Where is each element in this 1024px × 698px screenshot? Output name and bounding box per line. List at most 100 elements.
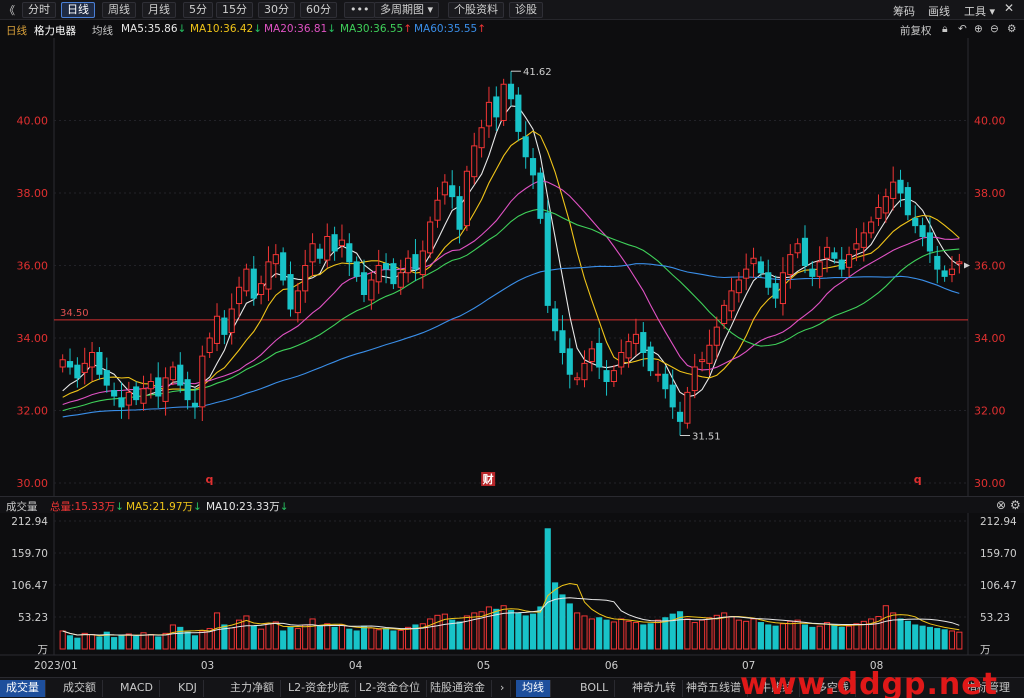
price-tick-left: 32.00 bbox=[17, 405, 49, 418]
candle-body bbox=[382, 263, 390, 270]
tab-volume[interactable]: 成交量 bbox=[0, 680, 46, 697]
volume-bar bbox=[316, 625, 323, 650]
volume-chart[interactable]: 212.94 212.94 159.70 159.70 106.47 106.47 53.2… bbox=[0, 513, 1024, 677]
stock-info-button[interactable]: 个股资料 bbox=[448, 2, 504, 18]
candle-body bbox=[316, 248, 323, 259]
volume-bar bbox=[882, 605, 889, 650]
volume-bar bbox=[191, 635, 199, 650]
volume-bar bbox=[74, 637, 81, 650]
candle-body bbox=[360, 272, 368, 295]
more-button[interactable]: ••• bbox=[344, 2, 376, 18]
lock-icon[interactable]: 🔒︎ bbox=[942, 23, 948, 36]
volume-ma10-text: MA10:23.33万 bbox=[206, 501, 280, 513]
tab-main-net[interactable]: 主力净额 bbox=[224, 680, 281, 697]
arrow-down-icon: ↓ bbox=[253, 23, 263, 35]
candle-body bbox=[632, 333, 640, 344]
tab-macd[interactable]: MACD bbox=[114, 680, 160, 697]
volume-bar bbox=[59, 630, 66, 650]
volume-bar bbox=[118, 634, 125, 650]
tab-nine-turn[interactable]: 神奇九转 bbox=[626, 680, 683, 697]
volume-bar bbox=[199, 630, 206, 650]
tab-5min[interactable]: 5分 bbox=[183, 2, 213, 18]
volume-tick-left: 159.70 bbox=[11, 548, 48, 560]
candle-body bbox=[831, 252, 838, 259]
back-icon[interactable]: 《 bbox=[4, 2, 15, 18]
volume-bar bbox=[294, 628, 301, 650]
candle-body bbox=[544, 212, 551, 306]
low-label: 31.51 bbox=[692, 432, 721, 443]
volume-bar bbox=[147, 634, 154, 650]
tab-15min[interactable]: 15分 bbox=[216, 2, 253, 18]
volume-bar bbox=[155, 636, 162, 650]
tab-l2-position[interactable]: L2-资金仓位 bbox=[353, 680, 428, 697]
volume-bar bbox=[640, 624, 647, 650]
volume-bar bbox=[162, 632, 169, 650]
tab-boll[interactable]: BOLL bbox=[574, 680, 616, 697]
zoom-in-icon[interactable]: ⊕ bbox=[974, 23, 983, 35]
tab-intraday[interactable]: 分时 bbox=[22, 2, 56, 18]
tab-30min[interactable]: 30分 bbox=[258, 2, 295, 18]
scroll-right-icon[interactable]: › bbox=[494, 680, 512, 697]
chips-button[interactable]: 筹码 bbox=[893, 3, 915, 19]
tools-button[interactable]: 工具 ▾ bbox=[964, 3, 995, 19]
settings-icon[interactable]: ⚙ bbox=[1007, 23, 1016, 35]
candle-body bbox=[948, 268, 956, 276]
volume-bar bbox=[213, 612, 221, 650]
volume-bar bbox=[772, 625, 779, 650]
tab-ma[interactable]: 均线 bbox=[516, 680, 551, 697]
volume-total: 总量:15.33万↓ bbox=[50, 499, 124, 514]
candle-body bbox=[654, 373, 662, 376]
price-tick-left: 38.00 bbox=[17, 187, 49, 200]
volume-bar bbox=[581, 615, 588, 650]
volume-bar bbox=[728, 616, 735, 650]
tab-weekly[interactable]: 周线 bbox=[102, 2, 136, 18]
close-icon[interactable]: ⊗ bbox=[996, 498, 1006, 512]
event-marker: q bbox=[914, 473, 922, 486]
volume-bar bbox=[177, 626, 184, 650]
chart-background bbox=[0, 38, 1024, 496]
candle-body bbox=[735, 279, 742, 294]
volume-ma10: MA10:23.33万↓ bbox=[206, 499, 289, 514]
settings-icon[interactable]: ⚙ bbox=[1010, 498, 1021, 512]
candle-body bbox=[779, 272, 787, 305]
close-icon[interactable]: ✕ bbox=[1004, 1, 1014, 15]
volume-tick-left: 106.47 bbox=[11, 580, 48, 592]
adjust-label[interactable]: 前复权 bbox=[900, 23, 932, 38]
arrow-down-icon: ↓ bbox=[327, 23, 337, 35]
multi-period-button[interactable]: 多周期图 ▾ bbox=[374, 2, 440, 18]
volume-bar bbox=[81, 632, 88, 650]
watermark: www.ddgp.net bbox=[740, 667, 998, 698]
tab-daily[interactable]: 日线 bbox=[61, 2, 95, 18]
event-marker: q bbox=[205, 473, 213, 486]
volume-bar bbox=[632, 622, 640, 650]
candle-body bbox=[206, 337, 213, 353]
tab-northbound[interactable]: 陆股通资金 bbox=[424, 680, 492, 697]
candle-body bbox=[537, 172, 544, 219]
zoom-out-icon[interactable]: ⊖ bbox=[990, 23, 999, 35]
candle-body bbox=[750, 257, 757, 265]
candlestick-chart[interactable]: 40.00 40.00 38.00 38.00 36.00 36.00 34.00 34.00… bbox=[0, 38, 1024, 496]
candle-body bbox=[647, 346, 654, 372]
candle-body bbox=[169, 366, 176, 381]
tab-turnover[interactable]: 成交额 bbox=[57, 680, 103, 697]
ma30-value: MA30:36.55↑ bbox=[340, 23, 412, 35]
candle-body bbox=[610, 370, 617, 382]
volume-bar bbox=[272, 621, 279, 650]
candle-body bbox=[618, 352, 625, 368]
candle-body bbox=[823, 246, 831, 259]
diagnose-button[interactable]: 诊股 bbox=[509, 2, 543, 18]
candle-body bbox=[934, 255, 941, 270]
draw-line-button[interactable]: 画线 bbox=[928, 3, 950, 19]
volume-tick-right: 万 bbox=[980, 644, 991, 656]
candle-body bbox=[809, 268, 816, 277]
tab-monthly[interactable]: 月线 bbox=[142, 2, 176, 18]
price-tick-right: 36.00 bbox=[974, 260, 1006, 273]
candle-body bbox=[449, 185, 456, 198]
candle-body bbox=[280, 252, 287, 281]
tab-five-line[interactable]: 神奇五线谱 bbox=[680, 680, 748, 697]
tab-60min[interactable]: 60分 bbox=[300, 2, 337, 18]
undo-icon[interactable]: ↶ bbox=[958, 23, 967, 35]
tab-kdj[interactable]: KDJ bbox=[172, 680, 204, 697]
tab-l2-bottom[interactable]: L2-资金抄底 bbox=[282, 680, 357, 697]
finance-marker: 财 bbox=[482, 472, 494, 486]
